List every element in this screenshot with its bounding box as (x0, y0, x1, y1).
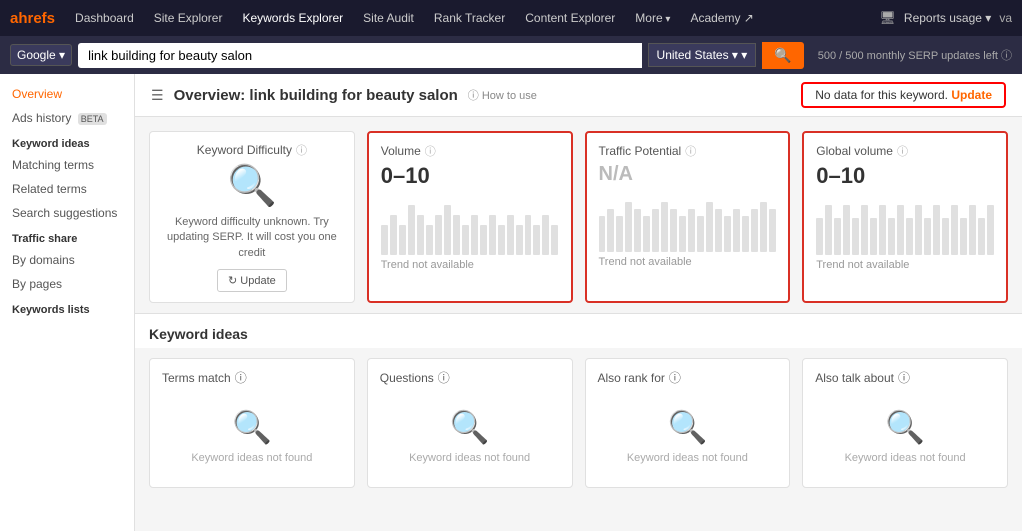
nav-dashboard[interactable]: Dashboard (67, 7, 142, 29)
kd-message: Keyword difficulty unknown. Try updating… (162, 215, 342, 261)
sidebar-item-search-suggestions[interactable]: Search suggestions (0, 201, 134, 225)
beta-badge: BETA (78, 113, 107, 125)
also-rank-for-empty-text: Keyword ideas not found (627, 452, 748, 464)
sidebar-section-traffic-share: Traffic share (0, 225, 134, 248)
page-title: Overview: link building for beauty salon (174, 87, 458, 104)
traffic-potential-chart (599, 192, 777, 252)
sidebar-item-matching-terms[interactable]: Matching terms (0, 153, 134, 177)
global-volume-card: Global volume ⓘ 0–10 Trend not available (802, 131, 1008, 303)
nav-more[interactable]: More (627, 7, 678, 29)
search-bar: Google ▾ United States ▾ 🔍 500 / 500 mon… (0, 36, 1022, 74)
volume-help-icon[interactable]: ⓘ (425, 143, 436, 159)
volume-label: Volume ⓘ (381, 143, 559, 159)
search-button[interactable]: 🔍 (762, 42, 803, 69)
keyword-difficulty-card: Keyword Difficulty ⓘ 🔍 Keyword difficult… (149, 131, 355, 303)
questions-empty-text: Keyword ideas not found (409, 452, 530, 464)
nav-site-audit[interactable]: Site Audit (355, 7, 422, 29)
also-rank-for-card: Also rank for ⓘ 🔍 Keyword ideas not foun… (585, 358, 791, 488)
sidebar-item-by-domains[interactable]: By domains (0, 248, 134, 272)
also-rank-for-empty: 🔍 Keyword ideas not found (598, 398, 778, 464)
keyword-ideas-title: Keyword ideas (149, 326, 248, 342)
logo[interactable]: ahrefs (10, 10, 55, 27)
kd-help-icon[interactable]: ⓘ (296, 142, 307, 158)
global-volume-chart (816, 195, 994, 255)
global-volume-help-icon[interactable]: ⓘ (897, 143, 908, 159)
ideas-grid: Terms match ⓘ 🔍 Keyword ideas not found … (135, 348, 1022, 498)
also-talk-about-help[interactable]: ⓘ (898, 369, 910, 386)
sidebar-section-keywords-lists: Keywords lists (0, 296, 134, 319)
global-volume-label: Global volume ⓘ (816, 143, 994, 159)
nav-academy[interactable]: Academy ↗ (682, 7, 761, 29)
volume-chart (381, 195, 559, 255)
kd-update-button[interactable]: ↻ Update (217, 269, 287, 292)
volume-trend: Trend not available (381, 259, 559, 271)
also-talk-about-empty: 🔍 Keyword ideas not found (815, 398, 995, 464)
terms-match-empty: 🔍 Keyword ideas not found (162, 398, 342, 464)
no-data-banner: No data for this keyword. Update (801, 82, 1006, 108)
nav-site-explorer[interactable]: Site Explorer (146, 7, 231, 29)
questions-title: Questions ⓘ (380, 369, 560, 386)
volume-card: Volume ⓘ 0–10 Trend not available (367, 131, 573, 303)
nav-rank-tracker[interactable]: Rank Tracker (426, 7, 513, 29)
questions-help[interactable]: ⓘ (438, 369, 450, 386)
traffic-potential-card: Traffic Potential ⓘ N/A Trend not availa… (585, 131, 791, 303)
hamburger-icon[interactable]: ☰ (151, 87, 164, 104)
update-link[interactable]: Update (951, 88, 992, 102)
traffic-potential-help-icon[interactable]: ⓘ (685, 143, 696, 159)
page-header: ☰ Overview: link building for beauty sal… (135, 74, 1022, 117)
serp-info: 500 / 500 monthly SERP updates left ⓘ (818, 47, 1012, 63)
questions-card: Questions ⓘ 🔍 Keyword ideas not found (367, 358, 573, 488)
terms-match-help[interactable]: ⓘ (235, 369, 247, 386)
terms-match-title: Terms match ⓘ (162, 369, 342, 386)
terms-match-card: Terms match ⓘ 🔍 Keyword ideas not found (149, 358, 355, 488)
reports-usage[interactable]: Reports usage (904, 11, 991, 25)
main-content: ☰ Overview: link building for beauty sal… (135, 74, 1022, 531)
engine-select[interactable]: Google ▾ (10, 44, 72, 66)
nav-content-explorer[interactable]: Content Explorer (517, 7, 623, 29)
sidebar-item-by-pages[interactable]: By pages (0, 272, 134, 296)
monitor-icon: 🖥 (879, 10, 896, 26)
terms-match-empty-text: Keyword ideas not found (191, 452, 312, 464)
also-rank-for-help[interactable]: ⓘ (669, 369, 681, 386)
top-navigation: ahrefs Dashboard Site Explorer Keywords … (0, 0, 1022, 36)
terms-match-search-icon: 🔍 (232, 408, 272, 446)
nav-keywords-explorer[interactable]: Keywords Explorer (234, 7, 351, 29)
global-volume-value: 0–10 (816, 163, 994, 189)
also-talk-about-search-icon: 🔍 (885, 408, 925, 446)
sidebar-item-related-terms[interactable]: Related terms (0, 177, 134, 201)
user-initial[interactable]: va (999, 11, 1012, 25)
sidebar-section-keyword-ideas: Keyword ideas (0, 130, 134, 153)
search-input[interactable] (78, 43, 641, 68)
also-rank-for-search-icon: 🔍 (667, 408, 707, 446)
traffic-potential-label: Traffic Potential ⓘ (599, 143, 777, 159)
volume-value: 0–10 (381, 163, 559, 189)
metrics-grid: Keyword Difficulty ⓘ 🔍 Keyword difficult… (135, 117, 1022, 313)
also-talk-about-empty-text: Keyword ideas not found (845, 452, 966, 464)
kd-label: Keyword Difficulty ⓘ (197, 142, 307, 158)
questions-search-icon: 🔍 (450, 408, 490, 446)
traffic-potential-value: N/A (599, 163, 777, 186)
global-volume-trend: Trend not available (816, 259, 994, 271)
also-talk-about-card: Also talk about ⓘ 🔍 Keyword ideas not fo… (802, 358, 1008, 488)
sidebar: Overview Ads history BETA Keyword ideas … (0, 74, 135, 531)
keyword-ideas-section: Keyword ideas (135, 313, 1022, 348)
sidebar-item-overview[interactable]: Overview (0, 82, 134, 106)
kd-search-icon: 🔍 (227, 162, 277, 209)
also-talk-about-title: Also talk about ⓘ (815, 369, 995, 386)
main-layout: Overview Ads history BETA Keyword ideas … (0, 74, 1022, 531)
country-select[interactable]: United States ▾ (648, 43, 757, 67)
how-to-use[interactable]: ⓘ How to use (468, 87, 537, 103)
also-rank-for-title: Also rank for ⓘ (598, 369, 778, 386)
questions-empty: 🔍 Keyword ideas not found (380, 398, 560, 464)
sidebar-item-ads-history[interactable]: Ads history BETA (0, 106, 134, 130)
traffic-potential-trend: Trend not available (599, 256, 777, 268)
